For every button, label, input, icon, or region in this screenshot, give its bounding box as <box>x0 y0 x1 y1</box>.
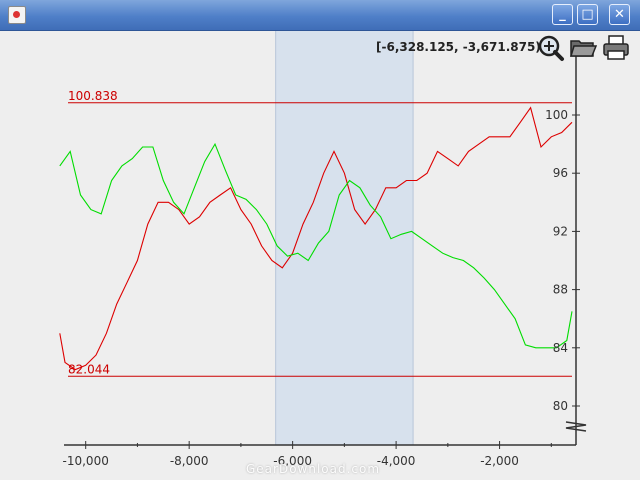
x-tick-label: -2,000 <box>480 454 519 468</box>
x-tick-label: -4,000 <box>377 454 416 468</box>
y-tick-label: 80 <box>553 399 568 413</box>
printer-icon[interactable] <box>602 34 630 62</box>
chart-panel[interactable]: 100.838 82.044 80 84 88 92 96 100 -10,000 -8,000-… <box>0 31 640 480</box>
y-tick-label: 88 <box>553 283 568 297</box>
close-button[interactable]: ✕ <box>609 4 630 25</box>
y-tick-label: 100 <box>545 108 568 122</box>
minimize-button[interactable]: _ <box>552 4 573 25</box>
magnifier-icon[interactable] <box>537 34 565 62</box>
x-tick-label: -8,000 <box>170 454 209 468</box>
y-tick-label: 92 <box>553 224 568 238</box>
app-window: _ □ ✕ 100.838 82.044 80 84 88 92 96 100 -10,000-… <box>0 0 640 480</box>
axis-break-icon <box>565 421 587 432</box>
y-tick-label: 84 <box>553 341 568 355</box>
java-app-icon[interactable] <box>8 6 26 24</box>
maximize-button[interactable]: □ <box>577 4 598 25</box>
folder-open-icon[interactable] <box>569 34 598 62</box>
x-tick-label: -10,000 <box>63 454 109 468</box>
title-bar[interactable]: _ □ ✕ <box>0 0 640 31</box>
watermark: GearDownload.com <box>246 462 381 476</box>
marker-label: 100.838 <box>68 89 118 103</box>
y-tick-label: 96 <box>553 166 568 180</box>
line-chart[interactable]: 100.83882.0448084889296100-10,000 -8,000-… <box>0 31 640 480</box>
coordinate-readout: [-6,328.125, -3,671.875) <box>376 40 541 54</box>
